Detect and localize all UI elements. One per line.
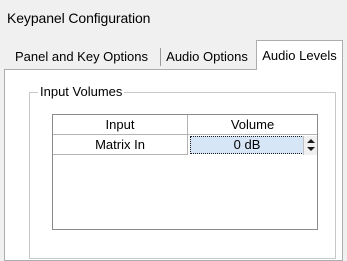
window-title: Keypanel Configuration — [7, 10, 151, 26]
column-header-input[interactable]: Input — [53, 115, 188, 135]
input-volumes-grid: Input Volume Matrix In 0 dB — [52, 114, 318, 230]
spinner-down-arrow-icon[interactable] — [307, 147, 315, 151]
input-volumes-group-label: Input Volumes — [38, 84, 125, 100]
column-header-volume[interactable]: Volume — [188, 115, 317, 135]
volume-spinner[interactable] — [303, 136, 317, 155]
spinner-up-arrow-icon[interactable] — [307, 139, 315, 143]
tab-audio-levels[interactable]: Audio Levels — [256, 40, 343, 70]
tab-panel-and-key-options[interactable]: Panel and Key Options — [6, 44, 157, 69]
tab-separator — [160, 48, 161, 66]
tab-audio-options[interactable]: Audio Options — [163, 44, 251, 69]
volume-spin-field[interactable]: 0 dB — [190, 136, 304, 154]
cell-input-name[interactable]: Matrix In — [53, 135, 188, 155]
